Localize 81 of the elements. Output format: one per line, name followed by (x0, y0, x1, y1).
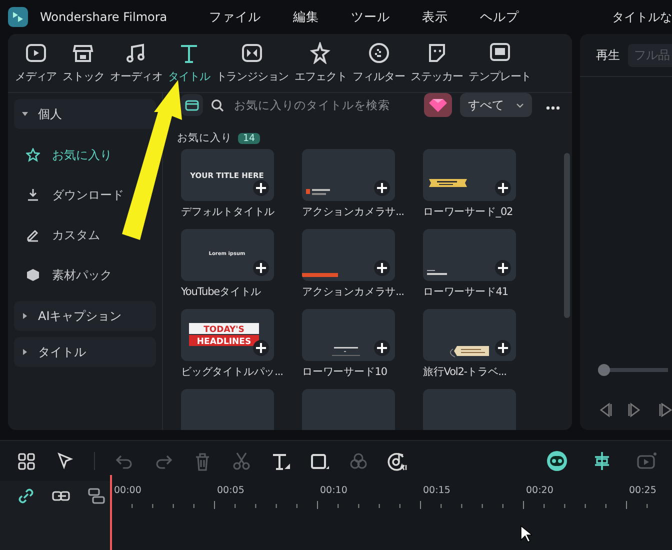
mouse-cursor-icon (520, 525, 532, 543)
link-icon[interactable] (16, 486, 36, 506)
next-frame-icon[interactable] (628, 402, 642, 418)
sidebar-item[interactable]: お気に入り (14, 135, 124, 175)
filter-dropdown[interactable]: すべて (460, 93, 532, 117)
menu-item[interactable]: ヘルプ (470, 8, 530, 26)
time-label: 00:05 (217, 485, 244, 496)
star-icon (26, 148, 40, 162)
time-label: 00:25 (629, 485, 656, 496)
app-name: Wondershare Filmora (40, 10, 168, 24)
tab[interactable]: メディア (12, 38, 60, 92)
rectangle-icon[interactable] (309, 451, 329, 471)
box-icon (26, 268, 40, 282)
text-icon[interactable] (270, 451, 290, 471)
calendar-icon (185, 99, 199, 111)
chevron-down-icon (516, 102, 524, 108)
thumbnail-text: TODAY'S (204, 325, 244, 335)
download-icon (26, 188, 40, 202)
sparkle-star-icon (310, 42, 332, 64)
category-header[interactable]: 個人 (14, 99, 156, 129)
preview-tab[interactable]: 再生 (596, 46, 620, 64)
sidebar-item[interactable]: 素材パック (14, 255, 124, 295)
tab[interactable]: トランジション (212, 38, 292, 92)
category-header[interactable]: AIキャプション (14, 301, 156, 331)
sidebar-item[interactable]: ダウンロード (14, 175, 136, 215)
transition-icon (241, 42, 264, 64)
window-title: タイトルな (612, 8, 672, 26)
time-label: 00:15 (423, 485, 450, 496)
search-icon (211, 98, 224, 112)
caret-icon (22, 111, 28, 117)
caret-icon (22, 313, 28, 319)
title-name: ビッグタイトルパッ... (181, 365, 283, 379)
title-name: ローワーサード_02 (423, 205, 513, 219)
title-name: デフォルトタイトル (181, 205, 275, 219)
seek-handle[interactable] (598, 364, 610, 376)
time-label: 00:00 (114, 485, 142, 496)
count-badge: 14 (238, 132, 260, 144)
store-icon (72, 42, 94, 64)
thumbnail-text: HEADLINES (196, 337, 252, 347)
tab[interactable]: ストック (60, 38, 108, 92)
pointer-icon[interactable] (55, 451, 75, 471)
menu-item[interactable]: 編集 (283, 8, 330, 26)
scrollbar[interactable] (564, 153, 570, 318)
menu-item[interactable]: ツール (341, 8, 400, 26)
menu-item[interactable]: 表示 (412, 8, 458, 26)
tab[interactable]: テンプレート (466, 38, 534, 92)
menu-item[interactable]: ファイル (199, 8, 272, 26)
premium-button[interactable] (424, 93, 452, 117)
caret-icon (22, 349, 28, 355)
music-note-icon (125, 42, 148, 64)
app-logo (8, 7, 28, 27)
time-label: 00:20 (526, 485, 554, 496)
gem-icon (429, 98, 447, 112)
tab[interactable]: エフェクト (292, 38, 350, 92)
track-split-icon[interactable] (86, 486, 106, 506)
title-name: アクションカメラサ... (302, 205, 404, 219)
title-name: 旅行Vol2-トラベ... (423, 365, 506, 379)
section-title: お気に入り (177, 131, 232, 145)
title-name: アクションカメラサ... (302, 285, 404, 299)
pen-icon (26, 228, 40, 242)
grid-icon[interactable] (16, 451, 36, 471)
media-icon (24, 42, 47, 64)
tab[interactable]: オーディオ (107, 38, 166, 92)
play-icon[interactable] (658, 402, 672, 418)
search-field[interactable]: お気に入りのタイトルを検索 (211, 97, 416, 113)
title-name: ローワーサード10 (302, 365, 387, 379)
tab[interactable]: フィルター (350, 38, 408, 92)
favorites-filter-button[interactable] (181, 94, 203, 116)
filter-icon (368, 42, 390, 64)
template-icon (488, 42, 511, 64)
category-header[interactable]: タイトル (14, 337, 156, 367)
sidebar-item[interactable]: カスタム (14, 215, 112, 255)
robot-icon[interactable] (546, 450, 568, 472)
time-label: 00:10 (320, 485, 348, 496)
title-name: YouTubeタイトル (181, 285, 262, 299)
more-icon (546, 106, 560, 110)
tab[interactable]: タイトル (165, 38, 213, 92)
previous-frame-icon[interactable] (598, 402, 612, 418)
ai-audio-icon[interactable] (387, 451, 407, 471)
tab[interactable]: ステッカー (408, 38, 466, 92)
title-name: ローワーサード41 (423, 285, 508, 299)
